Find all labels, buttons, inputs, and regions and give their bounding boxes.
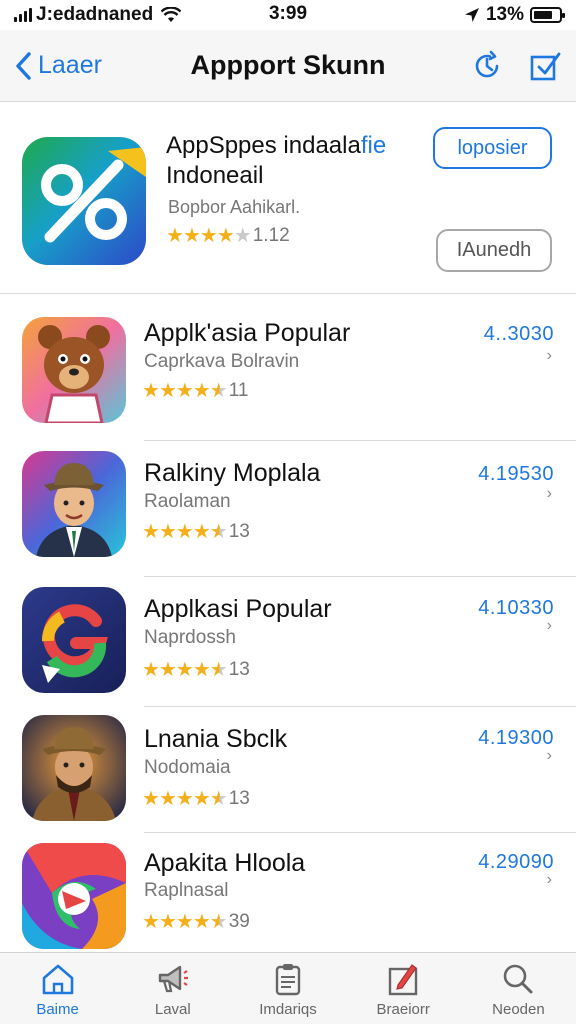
g-logo-icon	[22, 587, 126, 693]
star-rating-icon: ★ ★ ★ ★ ★	[142, 911, 228, 933]
man-in-hat-icon	[22, 451, 126, 557]
chevron-right-icon: ›	[546, 485, 552, 502]
app-name: Lnania Sbclk	[144, 725, 288, 753]
app-price[interactable]: 4..3030	[484, 323, 554, 346]
status-time: 3:99	[268, 3, 308, 24]
tab-laval[interactable]: Laval	[115, 953, 230, 1024]
star-rating-icon: ★ ★ ★ ★ ★	[166, 225, 252, 247]
featured-rating-count: 1.12	[252, 224, 290, 246]
tab-search[interactable]: Neoden	[461, 953, 576, 1024]
tab-braeiorr[interactable]: Braeiorr	[346, 953, 461, 1024]
tab-bar: Baime Laval Imdariqs Braeiorr Neoden	[0, 952, 576, 1024]
tab-home[interactable]: Baime	[0, 953, 115, 1024]
search-icon	[504, 964, 533, 994]
app-rating: ★ ★ ★ ★ ★ 13	[142, 786, 250, 811]
list-item[interactable]: Lnania Sbclk Nodomaia ★ ★ ★ ★ ★ 13 4.19300 ›	[0, 707, 576, 833]
tab-label: Imdariqs	[259, 1001, 317, 1018]
chevron-right-icon: ›	[546, 617, 552, 634]
featured-subtitle: Bopbor Aahikarl.	[168, 197, 301, 217]
star-rating-icon: ★ ★ ★ ★ ★	[142, 659, 228, 681]
app-rating: ★ ★ ★ ★ ★ 13	[142, 519, 250, 544]
clipboard-icon	[275, 964, 301, 996]
featured-title: AppSppes indaalafie Indoneail	[166, 131, 426, 191]
open-button[interactable]: loposier	[433, 127, 552, 169]
list-item[interactable]: Apakita Hloola Raplnasal ★ ★ ★ ★ ★ 39 4.2909…	[0, 833, 576, 952]
rating-count: 13	[228, 658, 250, 680]
featured-app[interactable]: AppSppes indaalafie Indoneail Bopbor Aah…	[0, 103, 576, 293]
app-name: Apakita Hloola	[144, 849, 306, 877]
app-rating: ★ ★ ★ ★ ★ 11	[142, 378, 248, 403]
tab-label: Baime	[36, 1001, 79, 1018]
nav-bar: Laaer Appport Skunn	[0, 30, 576, 102]
rating-count: 39	[228, 910, 250, 932]
compose-icon[interactable]	[528, 49, 562, 83]
rating-count: 13	[228, 787, 250, 809]
back-label: Laaer	[38, 51, 102, 79]
featured-title-line2: Indoneail	[166, 162, 264, 189]
app-rating: ★ ★ ★ ★ ★ 13	[142, 657, 250, 682]
featured-rating: ★ ★ ★ ★ ★ 1.12	[166, 223, 290, 248]
tab-label: Neoden	[492, 1001, 545, 1018]
chevron-right-icon: ›	[546, 747, 552, 764]
percent-app-icon	[22, 137, 146, 265]
pencil-box-icon	[389, 964, 418, 996]
chevron-right-icon: ›	[546, 871, 552, 888]
megaphone-icon	[158, 965, 188, 993]
launch-button[interactable]: IAunedh	[436, 229, 552, 272]
star-rating-icon: ★ ★ ★ ★ ★	[142, 380, 228, 402]
history-icon[interactable]	[470, 49, 504, 83]
back-button[interactable]: Laaer	[14, 51, 102, 81]
swirl-icon	[22, 843, 126, 949]
chevron-right-icon: ›	[546, 347, 552, 364]
featured-title-line1: AppSppes indaala	[166, 132, 361, 159]
app-subtitle: Raolaman	[144, 491, 231, 512]
home-icon	[42, 964, 73, 995]
app-price[interactable]: 4.10330	[478, 597, 554, 620]
star-rating-icon: ★ ★ ★ ★ ★	[142, 521, 228, 543]
list-item[interactable]: Ralkiny Moplala Raolaman ★ ★ ★ ★ ★ 13 4.1953…	[0, 441, 576, 577]
detective-icon	[22, 715, 126, 821]
app-subtitle: Nodomaia	[144, 757, 231, 778]
app-name: Ralkiny Moplala	[144, 459, 321, 487]
featured-title-accent: fie	[360, 132, 387, 159]
app-rating: ★ ★ ★ ★ ★ 39	[142, 909, 250, 934]
rating-count: 13	[228, 520, 250, 542]
app-subtitle: Caprkava Bolravin	[144, 351, 300, 372]
chevron-left-icon	[16, 51, 31, 80]
app-subtitle: Naprdossh	[144, 627, 236, 648]
list-item[interactable]: Applk'asia Popular Caprkava Bolravin ★ ★ ★…	[0, 293, 576, 441]
app-name: Applkasi Popular	[144, 595, 332, 623]
tab-imdariqs[interactable]: Imdariqs	[230, 953, 345, 1024]
tab-label: Laval	[154, 1001, 191, 1018]
status-bar: J:edadnaned 3:99 13%	[0, 0, 576, 30]
app-subtitle: Raplnasal	[144, 880, 229, 901]
star-rating-icon: ★ ★ ★ ★ ★	[142, 788, 228, 810]
battery-icon	[530, 7, 565, 23]
app-price[interactable]: 4.19530	[478, 463, 554, 486]
rating-count: 11	[228, 379, 249, 401]
app-price[interactable]: 4.19300	[478, 727, 554, 750]
bear-icon	[22, 317, 126, 423]
app-name: Applk'asia Popular	[144, 319, 351, 347]
tab-label: Braeiorr	[376, 1001, 430, 1018]
list-item[interactable]: Applkasi Popular Naprdossh ★ ★ ★ ★ ★ 13 4.10…	[0, 577, 576, 707]
app-price[interactable]: 4.29090	[478, 851, 554, 874]
